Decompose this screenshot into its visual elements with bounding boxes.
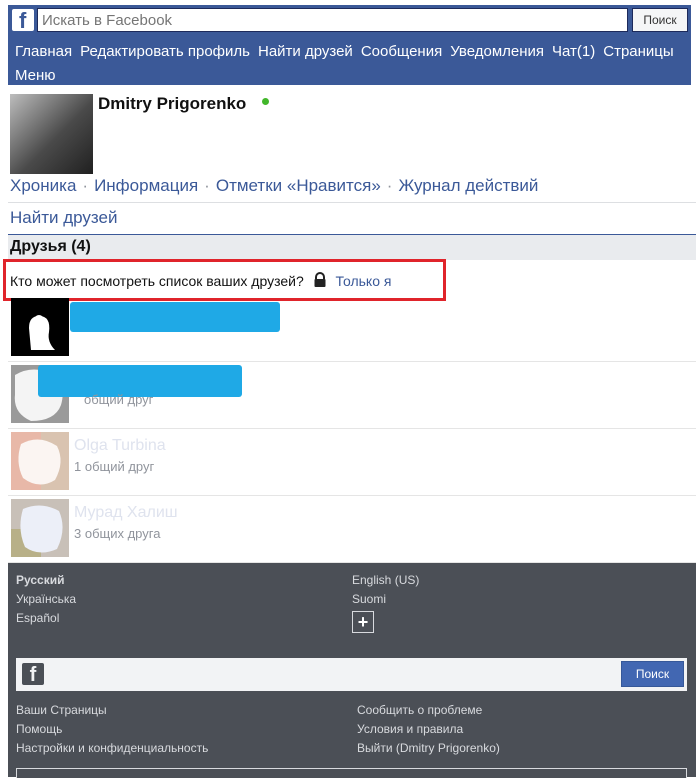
footer-search-button[interactable]: Поиск — [621, 661, 684, 687]
search-input[interactable] — [38, 9, 627, 31]
language-option[interactable]: Suomi — [352, 592, 386, 606]
nav-edit-profile[interactable]: Редактировать профиль — [80, 43, 250, 60]
friend-avatar[interactable] — [11, 298, 69, 356]
tab-timeline[interactable]: Хроника — [10, 176, 76, 195]
footer-link-terms[interactable]: Условия и правила — [357, 722, 463, 736]
separator-dot: · — [82, 176, 89, 195]
facebook-logo-icon[interactable]: f — [22, 663, 44, 686]
profile-tabs: Хроника · Информация · Отметки «Нравится» · Жу… — [10, 176, 538, 196]
language-current: Русский — [16, 573, 65, 587]
footer: Русский Українська Español English (US) … — [8, 563, 696, 778]
tab-about[interactable]: Информация — [94, 176, 198, 195]
facebook-logo-icon[interactable]: f — [12, 8, 34, 33]
tab-activity-log[interactable]: Журнал действий — [398, 176, 538, 195]
language-option[interactable]: Español — [16, 611, 59, 625]
friend-mutual-count: 3 общих друга — [74, 526, 161, 541]
online-status-icon — [262, 98, 269, 105]
search-field[interactable] — [37, 8, 628, 32]
profile-photo[interactable] — [10, 94, 93, 174]
friend-avatar[interactable] — [11, 499, 69, 557]
nav-menu[interactable]: Меню — [15, 67, 56, 84]
top-bar: f Поиск Главная Редактировать профиль Найт… — [8, 5, 691, 85]
footer-link-logout[interactable]: Выйти (Dmitry Prigorenko) — [357, 741, 500, 755]
friends-count-title: Друзья (4) — [10, 238, 91, 255]
language-option[interactable]: English (US) — [352, 573, 419, 587]
friend-row[interactable]: Olga Turbina 1 общий друг — [8, 429, 696, 496]
friends-section-header: Друзья (4) — [8, 234, 696, 260]
separator-dot: · — [386, 176, 393, 195]
friend-name[interactable]: Olga Turbina — [74, 437, 166, 455]
divider — [8, 202, 696, 203]
redaction-mark — [70, 302, 280, 332]
search-button[interactable]: Поиск — [632, 8, 688, 32]
friend-row[interactable]: Мурад Халиш 3 общих друга — [8, 496, 696, 563]
privacy-question: Кто может посмотреть список ваших друзей… — [10, 273, 304, 289]
more-languages-plus-icon[interactable]: + — [352, 611, 374, 633]
nav-notifications[interactable]: Уведомления — [450, 43, 544, 60]
privacy-value-link[interactable]: Только я — [336, 273, 392, 289]
nav-home[interactable]: Главная — [15, 43, 72, 60]
footer-link-your-pages[interactable]: Ваши Страницы — [16, 703, 107, 717]
lock-icon — [314, 272, 326, 287]
nav-messages[interactable]: Сообщения — [361, 43, 442, 60]
footer-link-settings[interactable]: Настройки и конфиденциальность — [16, 741, 208, 755]
nav-pages[interactable]: Страницы — [603, 43, 673, 60]
friend-name[interactable]: Мурад Халиш — [74, 504, 178, 522]
friend-avatar[interactable] — [11, 432, 69, 490]
friend-mutual-count: 1 общий друг — [74, 459, 155, 474]
profile-name[interactable]: Dmitry Prigorenko — [98, 94, 246, 114]
footer-link-report-problem[interactable]: Сообщить о проблеме — [357, 703, 482, 717]
nav-find-friends[interactable]: Найти друзей — [258, 43, 353, 60]
friend-mutual-count: общий друг — [84, 392, 154, 407]
footer-search-bar: f Поиск — [16, 658, 687, 691]
find-friends-link[interactable]: Найти друзей — [10, 208, 117, 228]
tab-likes[interactable]: Отметки «Нравится» — [216, 176, 381, 195]
friend-row[interactable]: общий друг — [8, 362, 696, 429]
language-option[interactable]: Українська — [16, 592, 76, 606]
separator-dot: · — [204, 176, 210, 195]
friends-privacy-row: Кто может посмотреть список ваших друзей… — [10, 272, 391, 289]
friend-row[interactable] — [8, 295, 696, 362]
footer-link-help[interactable]: Помощь — [16, 722, 62, 736]
main-nav: Главная Редактировать профиль Найти друзей… — [15, 40, 685, 88]
nav-chat[interactable]: Чат(1) — [552, 43, 595, 60]
